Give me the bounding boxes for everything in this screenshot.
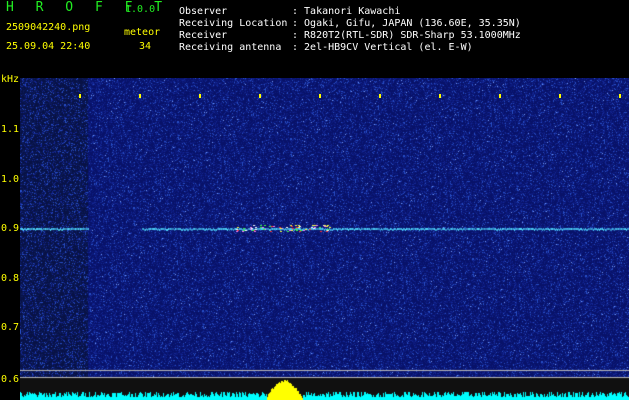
timestamp: 25.09.04 22:40 xyxy=(6,41,91,52)
x-mark xyxy=(259,94,261,98)
y-tick-1.0: 1.0 xyxy=(1,174,20,185)
meteor-label: meteor xyxy=(124,27,161,38)
x-mark xyxy=(199,94,201,98)
info-antenna-key: Receiving antenna xyxy=(179,42,282,53)
info-receiver-value: : R820T2(RTL-SDR) SDR-Sharp 53.1000MHz xyxy=(292,30,521,41)
info-observer-value: : Takanori Kawachi xyxy=(292,6,401,17)
info-observer-key: Observer xyxy=(179,6,228,17)
x-mark xyxy=(439,94,441,98)
x-mark xyxy=(379,94,381,98)
x-mark xyxy=(79,94,81,98)
y-tick-0.7: 0.7 xyxy=(1,322,20,333)
file-name: 2509042240.png xyxy=(6,22,91,33)
y-tick-1.1: 1.1 xyxy=(1,124,20,135)
header-panel: H R O F F T 1.0.0 2509042240.png meteor … xyxy=(0,0,629,60)
y-axis-unit: kHz xyxy=(1,74,20,85)
spectrogram-area xyxy=(20,78,629,400)
x-mark xyxy=(619,94,621,98)
info-antenna-value: : 2el-HB9CV Vertical (el. E-W) xyxy=(292,42,473,53)
x-mark xyxy=(319,94,321,98)
x-mark xyxy=(499,94,501,98)
meteor-count: 34 xyxy=(139,41,152,52)
x-mark xyxy=(139,94,141,98)
x-mark xyxy=(559,94,561,98)
y-tick-0.9: 0.9 xyxy=(1,223,20,234)
app-version: 1.0.0 xyxy=(125,4,156,15)
y-tick-0.8: 0.8 xyxy=(1,273,20,284)
y-tick-0.6: 0.6 xyxy=(1,374,20,385)
info-location-value: : Ogaki, Gifu, JAPAN (136.60E, 35.35N) xyxy=(292,18,521,29)
info-location-key: Receiving Location xyxy=(179,18,288,29)
info-receiver-key: Receiver xyxy=(179,30,228,41)
spectrogram-canvas xyxy=(20,78,629,400)
